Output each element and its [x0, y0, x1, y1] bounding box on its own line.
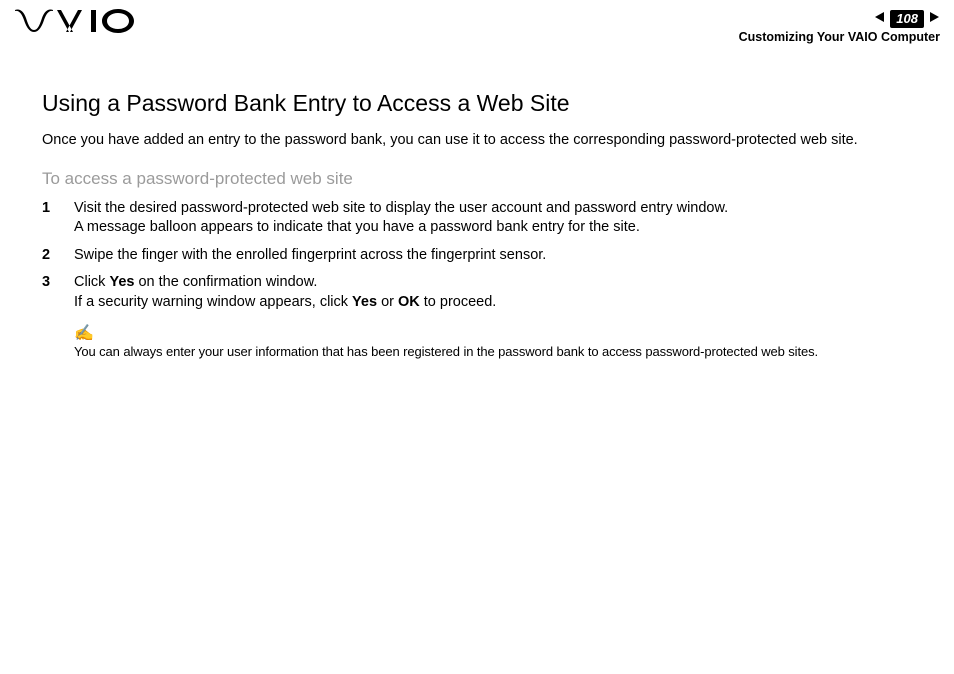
step-number: 1 [42, 199, 74, 238]
note-icon: ✍ [74, 326, 912, 342]
intro-paragraph: Once you have added an entry to the pass… [42, 131, 912, 151]
section-name: Customizing Your VAIO Computer [739, 30, 940, 44]
step-text: to proceed. [420, 294, 497, 310]
step-body: Click Yes on the confirmation window. If… [74, 273, 496, 312]
sub-heading: To access a password-protected web site [42, 169, 912, 189]
header-right: 108 Customizing Your VAIO Computer [739, 8, 940, 44]
step-text: If a security warning window appears, cl… [74, 294, 352, 310]
step-number: 3 [42, 273, 74, 312]
list-item: 1 Visit the desired password-protected w… [42, 199, 912, 238]
note-section: ✍ You can always enter your user informa… [42, 326, 912, 359]
step-text: Visit the desired password-protected web… [74, 200, 728, 216]
step-text: on the confirmation window. [134, 274, 317, 290]
step-text-bold: OK [398, 294, 420, 310]
list-item: 3 Click Yes on the confirmation window. … [42, 273, 912, 312]
page-number-badge: 108 [890, 10, 924, 28]
step-text: Swipe the finger with the enrolled finge… [74, 247, 546, 263]
page-content: Using a Password Bank Entry to Access a … [0, 42, 954, 359]
page-nav: 108 [739, 10, 940, 28]
step-text: or [377, 294, 398, 310]
nav-next-icon[interactable] [928, 10, 940, 28]
page-header: 108 Customizing Your VAIO Computer [0, 0, 954, 42]
page-title: Using a Password Bank Entry to Access a … [42, 90, 912, 117]
step-text-bold: Yes [352, 294, 377, 310]
nav-prev-icon[interactable] [874, 10, 886, 28]
step-text-bold: Yes [109, 274, 134, 290]
step-body: Swipe the finger with the enrolled finge… [74, 246, 546, 266]
step-text: A message balloon appears to indicate th… [74, 219, 640, 235]
note-text: You can always enter your user informati… [74, 344, 912, 359]
step-number: 2 [42, 246, 74, 266]
list-item: 2 Swipe the finger with the enrolled fin… [42, 246, 912, 266]
step-text: Click [74, 274, 109, 290]
vaio-logo [14, 8, 144, 34]
steps-list: 1 Visit the desired password-protected w… [42, 199, 912, 313]
step-body: Visit the desired password-protected web… [74, 199, 728, 238]
